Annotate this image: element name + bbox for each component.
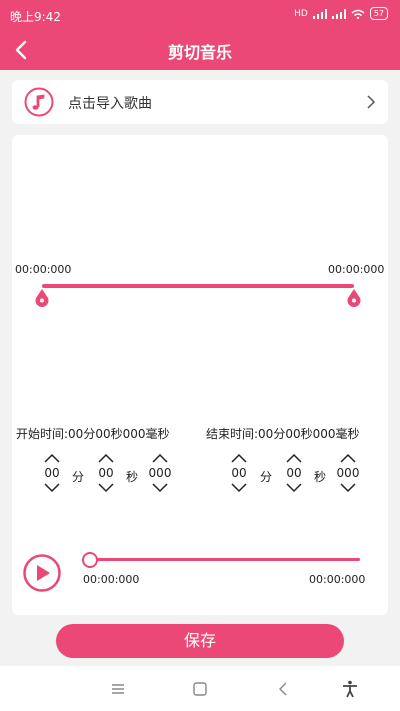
title-bar: 剪切音乐 [0,30,400,70]
chevron-up-icon[interactable] [285,453,303,463]
home-icon[interactable] [190,679,210,699]
music-note-icon [24,87,54,117]
status-icons: HD 57 [294,7,388,20]
status-bar: 晚上9:42 HD 57 [0,0,400,30]
start-seconds-value: 00 [98,466,114,480]
trim-end-handle[interactable] [347,289,361,307]
playback-progress-bar[interactable] [84,558,360,561]
signal-icon [312,8,327,19]
save-button[interactable]: 保存 [56,624,344,658]
start-minutes-value: 00 [44,466,60,480]
import-song-row[interactable]: 点击导入歌曲 [12,80,388,124]
play-icon[interactable] [22,553,62,593]
start-seconds-spinner: 00 [94,453,118,493]
accessibility-icon[interactable] [340,679,360,699]
network-type: HD [294,8,308,19]
wifi-icon [351,9,365,19]
chevron-up-icon[interactable] [97,453,115,463]
end-time-label: 结束时间:00分00秒000毫秒 [206,427,360,441]
playback-total-time: 00:00:000 [309,573,366,586]
system-nav-bar [0,666,400,711]
waveform-end-time: 00:00:000 [328,263,385,276]
page-title: 剪切音乐 [167,43,232,62]
end-seconds-spinner: 00 [282,453,306,493]
end-millis-value: 000 [336,466,360,480]
battery-indicator: 57 [369,7,388,20]
back-icon[interactable] [274,679,294,699]
end-minutes-spinner: 00 [227,453,251,493]
end-seconds-value: 00 [286,466,302,480]
playback-current-time: 00:00:000 [83,573,140,586]
start-seconds-unit: 秒 [126,470,139,484]
chevron-up-icon[interactable] [230,453,248,463]
status-time: 晚上9:42 [10,10,61,24]
chevron-down-icon[interactable] [285,483,303,493]
waveform-start-time: 00:00:000 [15,263,72,276]
signal-icon-2 [331,8,346,19]
chevron-down-icon[interactable] [151,483,169,493]
start-time-label: 开始时间:00分00秒000毫秒 [16,427,170,441]
chevron-down-icon[interactable] [43,483,61,493]
chevron-down-icon[interactable] [339,483,357,493]
end-minutes-value: 00 [231,466,247,480]
menu-icon[interactable] [108,679,128,699]
trim-range-line [42,284,354,288]
trim-start-handle[interactable] [35,289,49,307]
chevron-up-icon[interactable] [43,453,61,463]
end-seconds-unit: 秒 [314,470,327,484]
chevron-down-icon[interactable] [230,483,248,493]
start-minutes-spinner: 00 [40,453,64,493]
trim-panel: 00:00:000 00:00:000 开始时间:00分00秒000毫秒 结束时… [12,135,388,615]
chevron-down-icon[interactable] [97,483,115,493]
playback-progress-knob[interactable] [82,552,98,568]
chevron-up-icon[interactable] [151,453,169,463]
chevron-right-icon [367,95,376,109]
start-minutes-unit: 分 [72,470,85,484]
end-millis-spinner: 000 [334,453,362,493]
start-millis-spinner: 000 [146,453,174,493]
end-minutes-unit: 分 [260,470,273,484]
start-millis-value: 000 [148,466,172,480]
chevron-up-icon[interactable] [339,453,357,463]
import-label: 点击导入歌曲 [68,96,152,112]
